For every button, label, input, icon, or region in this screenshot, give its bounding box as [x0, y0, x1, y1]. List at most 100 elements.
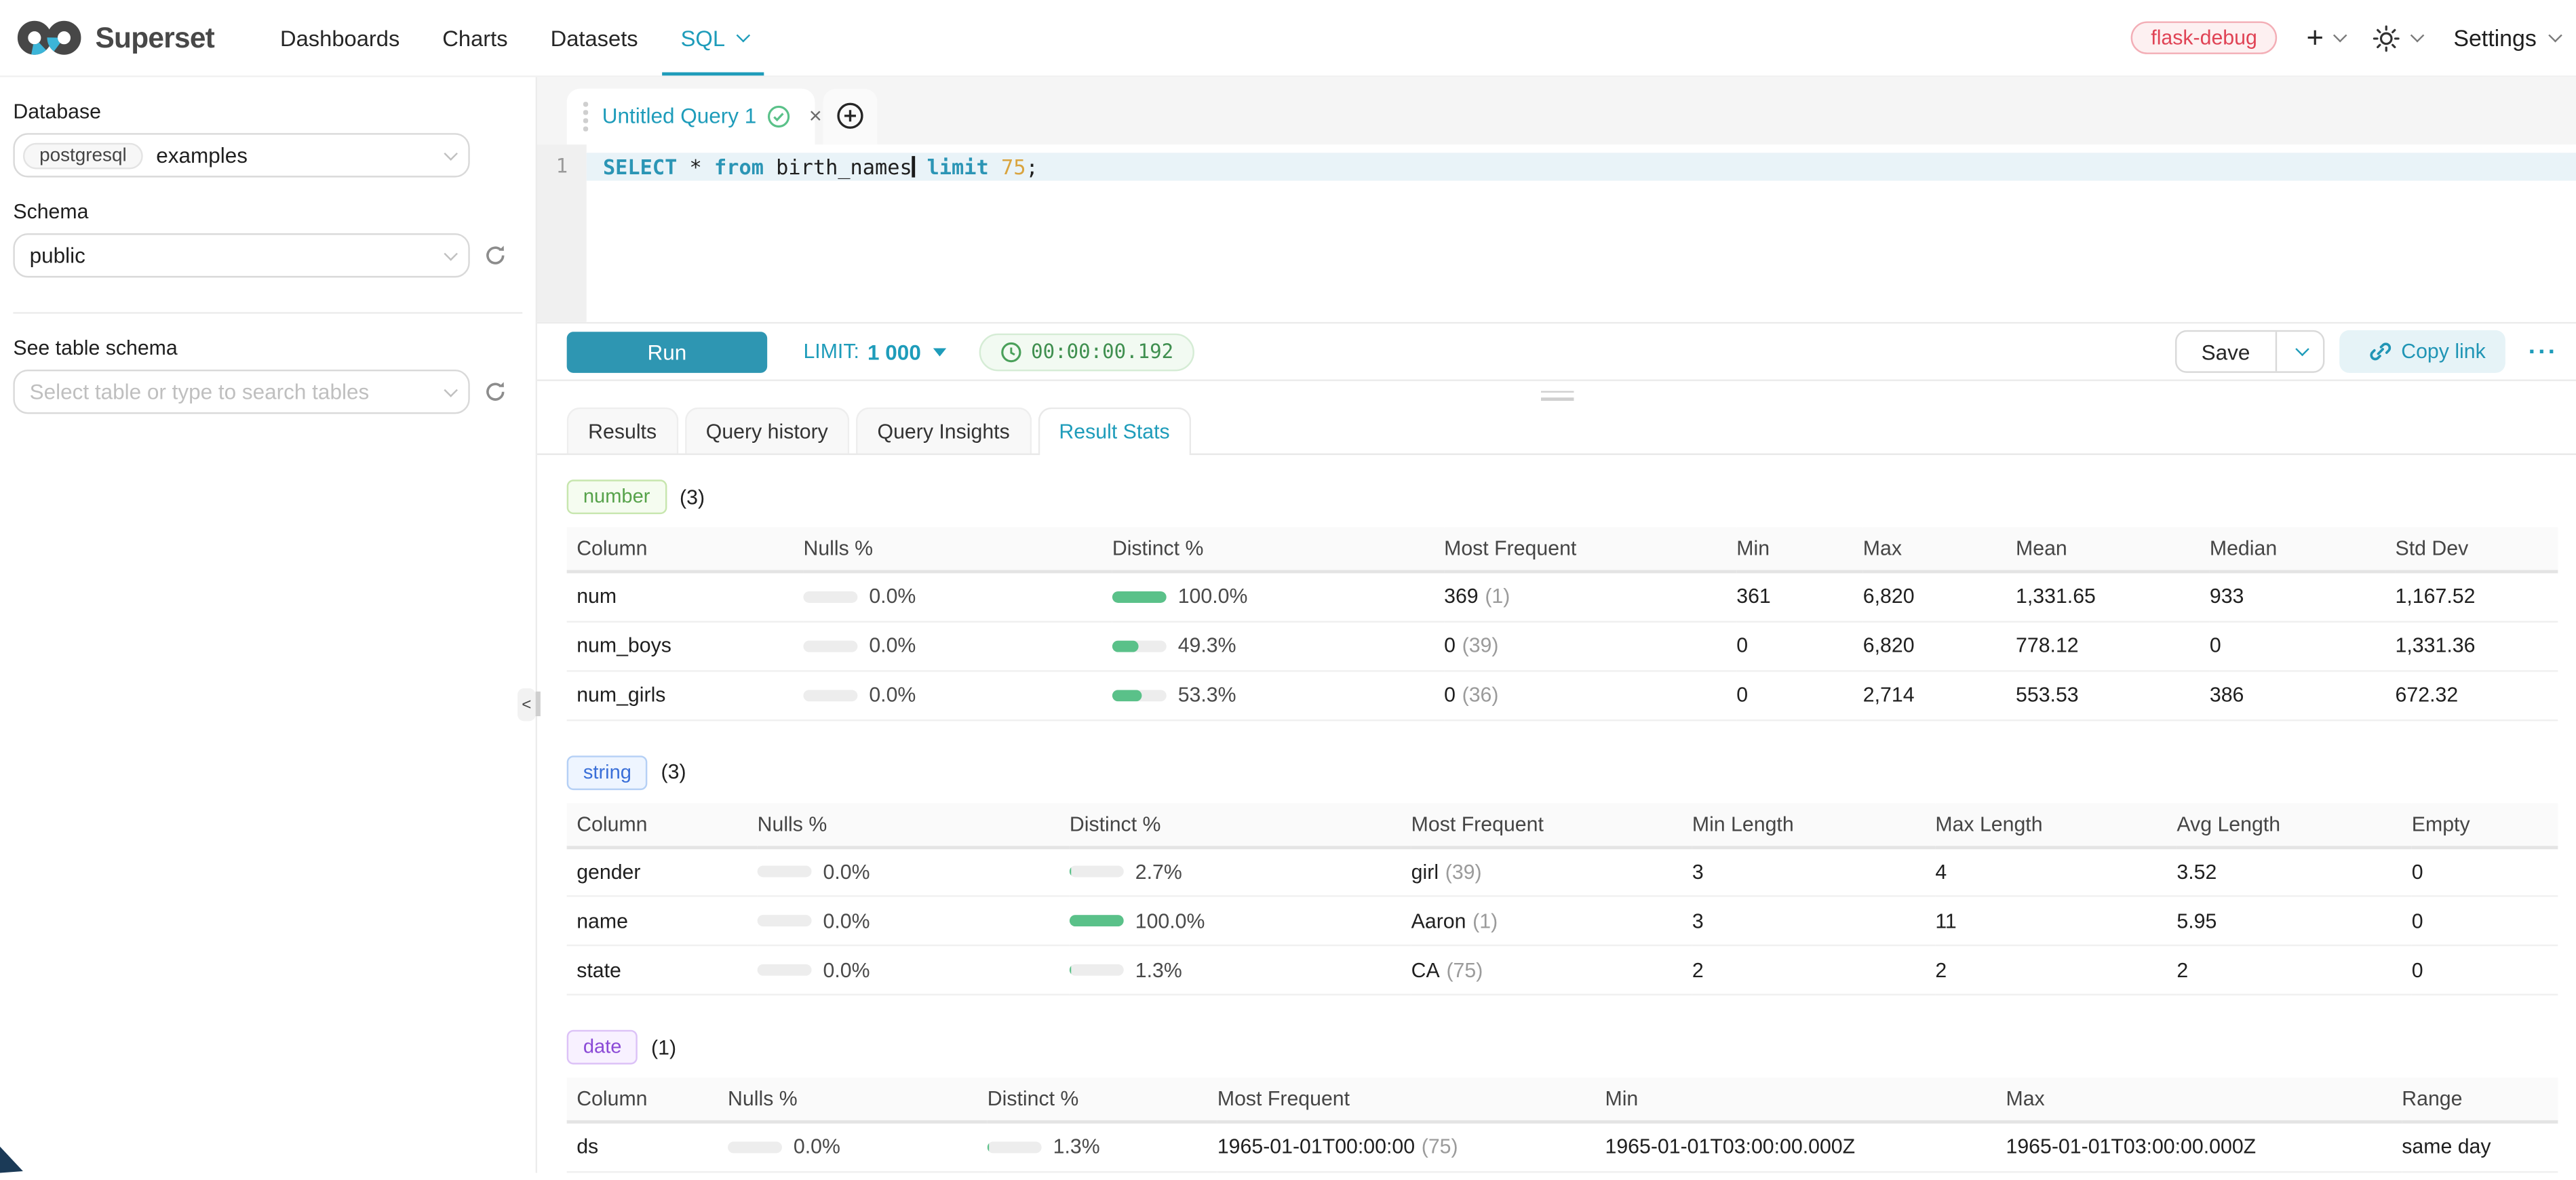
column-header: Column	[567, 528, 804, 572]
sql-editor[interactable]: 1 SELECT * from birth_names limit 75;	[537, 144, 2576, 321]
distinct-bar: 100.0%	[1070, 909, 1411, 932]
column-header: Max	[1863, 528, 2016, 572]
add-query-tab-button[interactable]	[823, 89, 878, 144]
query-tab-title: Untitled Query 1	[602, 104, 757, 129]
collapse-left-icon: <	[522, 696, 531, 714]
limit-dropdown[interactable]: LIMIT: 1 000	[803, 339, 945, 363]
most-frequent-cell: Aaron(1)	[1411, 896, 1692, 945]
database-label: Database	[13, 100, 522, 123]
nulls-bar: 0.0%	[803, 634, 1112, 657]
stat-value-cell: 0	[1736, 670, 1863, 720]
superset-logo[interactable]: Superset	[15, 18, 214, 58]
plus-icon: +	[2306, 26, 2323, 50]
distinct-bar: 49.3%	[1112, 634, 1444, 657]
superset-sql-lab: Superset Dashboards Charts Datasets SQL …	[0, 0, 2576, 1172]
percent-label: 0.0%	[823, 958, 870, 981]
bar-track	[988, 1141, 1042, 1153]
bar-track	[758, 866, 812, 878]
database-select[interactable]: postgresql examples	[13, 133, 469, 177]
save-options-button[interactable]	[2276, 332, 2322, 371]
settings-menu[interactable]: Settings	[2453, 24, 2558, 51]
stat-value-cell: 4	[1935, 847, 2177, 897]
schema-label: Schema	[13, 201, 522, 224]
chevron-down-icon	[444, 246, 458, 260]
nav-item-datasets[interactable]: Datasets	[529, 0, 659, 75]
environment-badge: flask-debug	[2131, 21, 2277, 54]
tab-query-history[interactable]: Query history	[684, 408, 849, 454]
bar-track	[758, 964, 812, 976]
most-frequent-cell: girl (39)	[1411, 847, 1692, 897]
most-frequent-count: (39)	[1445, 861, 1482, 884]
column-name-cell: num_boys	[567, 621, 804, 671]
limit-value: 1 000	[867, 339, 921, 363]
type-badge-row-number: number(3)	[567, 479, 2547, 514]
sql-token: birth_names	[764, 155, 912, 179]
table-row: gender0.0%2.7%girl(39)343.520	[567, 847, 2558, 897]
refresh-schemas-button[interactable]	[483, 243, 507, 267]
nav-item-sql[interactable]: SQL	[659, 0, 768, 75]
sql-lab-main: Untitled Query 1 ×	[537, 77, 2576, 1172]
stat-value-cell: 3.52	[2177, 847, 2411, 897]
nulls-bar: 0.0%	[758, 958, 1070, 981]
column-header: Most Frequent	[1444, 528, 1736, 572]
column-name-cell: state	[567, 945, 758, 995]
tab-results[interactable]: Results	[567, 408, 678, 454]
most-frequent-value: 1965-01-01T00:00:00	[1217, 1135, 1415, 1158]
save-button[interactable]: Save	[2177, 332, 2274, 371]
nav-item-dashboards[interactable]: Dashboards	[258, 0, 421, 75]
theme-toggle-button[interactable]	[2373, 24, 2421, 52]
percent-label: 1.3%	[1053, 1135, 1100, 1158]
type-count: (3)	[661, 761, 686, 784]
column-name-cell: num	[567, 572, 804, 621]
sql-token: from	[714, 155, 764, 179]
tab-result-stats[interactable]: Result Stats	[1038, 408, 1191, 455]
copy-link-button[interactable]: Copy link	[2339, 330, 2505, 373]
column-header: Empty	[2412, 802, 2558, 846]
distinct-cell: 49.3%	[1112, 621, 1444, 671]
stat-value-cell: 3	[1692, 847, 1935, 897]
nav-item-charts[interactable]: Charts	[421, 0, 529, 75]
nulls-cell: 0.0%	[803, 670, 1112, 720]
most-frequent-value: 0	[1444, 634, 1456, 657]
distinct-bar: 53.3%	[1112, 684, 1444, 707]
most-frequent-cell: CA(75)	[1411, 945, 1692, 995]
stat-value-cell: 2,714	[1863, 670, 2016, 720]
query-timer: 00:00:00.192	[979, 333, 1195, 371]
chevron-down-icon	[444, 146, 458, 160]
caret-down-icon	[933, 347, 945, 355]
column-header: Std Dev	[2396, 528, 2558, 572]
most-frequent-value: Aaron	[1411, 909, 1466, 932]
more-options-button[interactable]: ···	[2529, 338, 2558, 366]
stat-value-cell: 6,820	[1863, 621, 2016, 671]
pane-resize-handle[interactable]	[1540, 391, 1573, 401]
collapse-sidebar-button[interactable]: <	[518, 688, 536, 721]
column-header: Nulls %	[803, 528, 1112, 572]
stat-value-cell: 2	[1935, 945, 2177, 995]
nulls-bar: 0.0%	[758, 909, 1070, 932]
superset-logo-icon	[15, 18, 84, 58]
table-select-placeholder: Select table or type to search tables	[30, 380, 370, 404]
percent-label: 0.0%	[869, 684, 916, 707]
stat-value-cell: 1,167.52	[2396, 572, 2558, 621]
bar-fill	[1070, 866, 1071, 878]
most-frequent-value: 369	[1444, 585, 1479, 608]
new-item-button[interactable]: +	[2306, 26, 2343, 50]
refresh-tables-button[interactable]	[483, 380, 507, 404]
table-row: num0.0%100.0%369(1)3616,8201,331.659331,…	[567, 572, 2558, 621]
type-badge-number: number	[567, 479, 667, 514]
tab-query-insights[interactable]: Query Insights	[856, 408, 1031, 454]
schema-select[interactable]: public	[13, 233, 469, 277]
most-frequent-value: girl	[1411, 861, 1439, 884]
column-header: Min	[1605, 1078, 2006, 1122]
table-select[interactable]: Select table or type to search tables	[13, 370, 469, 414]
chevron-down-icon	[2548, 28, 2562, 43]
column-name-cell: gender	[567, 847, 758, 897]
query-tab[interactable]: Untitled Query 1 ×	[567, 89, 815, 144]
chevron-down-icon	[2295, 342, 2309, 357]
run-button[interactable]: Run	[567, 331, 768, 372]
column-header: Mean	[2016, 528, 2210, 572]
close-tab-icon[interactable]: ×	[809, 105, 822, 127]
column-header: Max	[2006, 1078, 2402, 1122]
distinct-cell: 1.3%	[1070, 945, 1411, 995]
most-frequent-value: CA	[1411, 958, 1440, 981]
